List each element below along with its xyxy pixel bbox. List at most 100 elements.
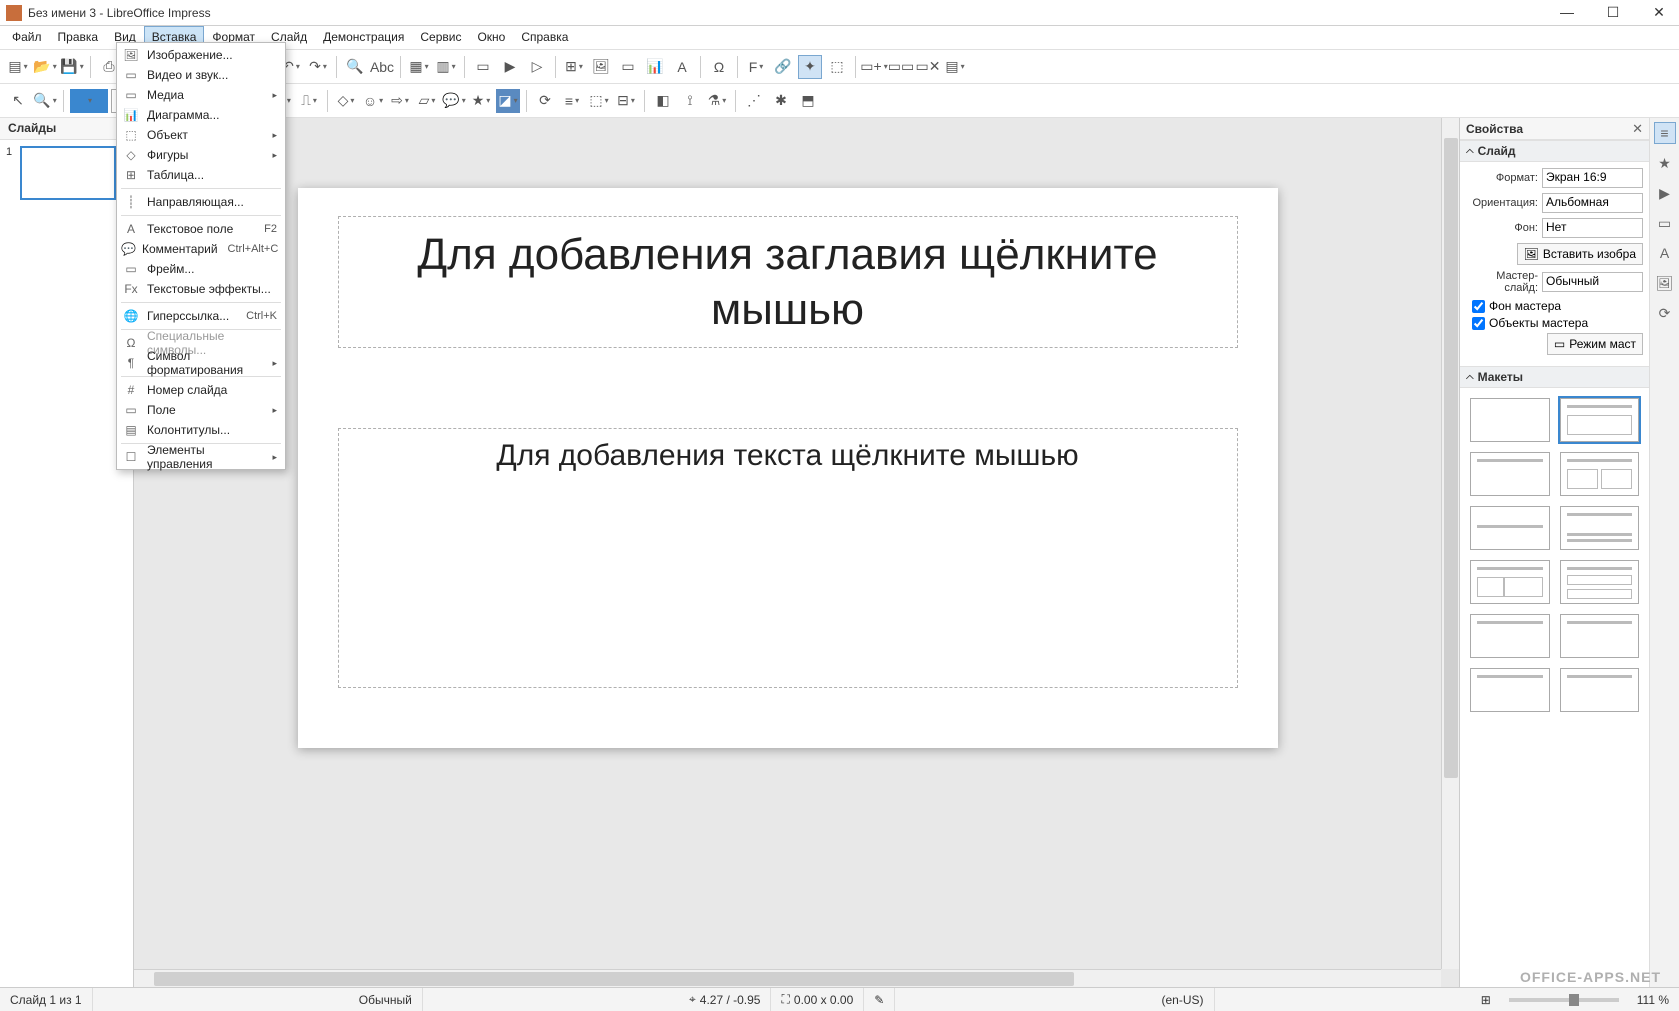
insert-menu-item-18[interactable]: ¶Символ форматирования▸ — [117, 353, 285, 373]
snap-button[interactable]: ✦ — [798, 55, 822, 79]
sidebar-tab-properties[interactable]: ≡ — [1654, 122, 1676, 144]
layout-four-content[interactable] — [1470, 668, 1550, 712]
status-zoom[interactable]: 111 % — [1627, 988, 1679, 1011]
layout-blank[interactable] — [1470, 398, 1550, 442]
block-arrows-button[interactable]: ⇨ — [388, 89, 412, 113]
vertical-scrollbar[interactable] — [1441, 118, 1459, 969]
arrange-button[interactable]: ⬚ — [587, 89, 611, 113]
menu-help[interactable]: Справка — [513, 26, 576, 49]
close-button[interactable]: ✕ — [1645, 4, 1673, 21]
sidebar-tab-navigator[interactable]: ⟳ — [1654, 302, 1676, 324]
insert-menu-item-10[interactable]: AТекстовое полеF2 — [117, 219, 285, 239]
basic-shapes-button[interactable]: ◇ — [334, 89, 358, 113]
format-select[interactable]: Экран 16:9 — [1542, 168, 1643, 188]
layout-title-content[interactable] — [1560, 398, 1640, 442]
insert-specialchar-button[interactable]: Ω — [707, 55, 731, 79]
sidebar-tab-gallery[interactable]: 🖼 — [1654, 272, 1676, 294]
callouts-button[interactable]: 💬 — [442, 89, 466, 113]
insert-menu-item-1[interactable]: ▭Видео и звук... — [117, 65, 285, 85]
status-sig[interactable]: ✎ — [864, 988, 895, 1011]
insert-menu-item-12[interactable]: ▭Фрейм... — [117, 259, 285, 279]
insert-menu-item-5[interactable]: ◇Фигуры▸ — [117, 145, 285, 165]
connectors-button[interactable]: ⎍ — [297, 89, 321, 113]
align-button[interactable]: ≡ — [560, 89, 584, 113]
maximize-button[interactable]: ☐ — [1599, 4, 1627, 21]
properties-close-button[interactable]: ✕ — [1632, 121, 1643, 137]
master-obj-checkbox[interactable] — [1472, 317, 1485, 330]
insert-menu-item-2[interactable]: ▭Медиа▸ — [117, 85, 285, 105]
layout-title-2x1[interactable] — [1470, 614, 1550, 658]
insert-menu-item-8[interactable]: ┊Направляющая... — [117, 192, 285, 212]
start-first-button[interactable]: ▶ — [498, 55, 522, 79]
horizontal-scrollbar[interactable] — [134, 969, 1441, 987]
crop-button[interactable]: ⟟ — [678, 89, 702, 113]
fontwork-button[interactable]: F — [744, 55, 768, 79]
background-select[interactable]: Нет — [1542, 218, 1643, 238]
menu-edit[interactable]: Правка — [50, 26, 107, 49]
layout-six-content[interactable] — [1560, 668, 1640, 712]
duplicate-slide-button[interactable]: ▭▭ — [889, 55, 913, 79]
slide-layout-button[interactable]: ▤ — [943, 55, 967, 79]
status-fit[interactable]: ⊞ — [1471, 988, 1501, 1011]
points-button[interactable]: ⋰ — [742, 89, 766, 113]
menu-slideshow[interactable]: Демонстрация — [315, 26, 412, 49]
rotate-button[interactable]: ⟳ — [533, 89, 557, 113]
stars-button[interactable]: ★ — [469, 89, 493, 113]
insert-table-button[interactable]: ⊞ — [562, 55, 586, 79]
master-slide-select[interactable]: Обычный — [1542, 272, 1643, 292]
insert-menu-item-22[interactable]: ▤Колонтитулы... — [117, 420, 285, 440]
glue-button[interactable]: ✱ — [769, 89, 793, 113]
title-placeholder[interactable]: Для добавления заглавия щёлкните мышью — [338, 216, 1238, 348]
scroll-thumb[interactable] — [154, 972, 1074, 986]
orientation-select[interactable]: Альбомная — [1542, 193, 1643, 213]
spellcheck-button[interactable]: Abc — [370, 55, 394, 79]
zoom-slider[interactable] — [1509, 998, 1619, 1002]
menu-file[interactable]: Файл — [4, 26, 50, 49]
line-color-button[interactable] — [70, 89, 108, 113]
insert-av-button[interactable]: ▭ — [616, 55, 640, 79]
new-slide-button[interactable]: ▭+ — [862, 55, 886, 79]
find-button[interactable]: 🔍 — [343, 55, 367, 79]
insert-menu-item-13[interactable]: FxТекстовые эффекты... — [117, 279, 285, 299]
master-bg-checkbox[interactable] — [1472, 300, 1485, 313]
sidebar-tab-animation[interactable]: ▶ — [1654, 182, 1676, 204]
flowchart-button[interactable]: ▱ — [415, 89, 439, 113]
minimize-button[interactable]: — — [1553, 4, 1581, 21]
display-views-button[interactable]: ▥ — [434, 55, 458, 79]
redo-button[interactable]: ↷ — [306, 55, 330, 79]
slide-section-header[interactable]: Слайд — [1460, 140, 1649, 162]
new-button[interactable]: ▤ — [6, 55, 30, 79]
master-mode-button[interactable]: ▭ Режим маст — [1547, 333, 1643, 355]
symbol-shapes-button[interactable]: ☺ — [361, 89, 385, 113]
slide-edit[interactable]: Для добавления заглавия щёлкните мышью Д… — [298, 188, 1278, 748]
shadow-button[interactable]: ◧ — [651, 89, 675, 113]
layout-title-only[interactable] — [1470, 452, 1550, 496]
distribute-button[interactable]: ⊟ — [614, 89, 638, 113]
layouts-section-header[interactable]: Макеты — [1460, 366, 1649, 388]
display-grid-button[interactable]: ▦ — [407, 55, 431, 79]
sidebar-tab-master[interactable]: ▭ — [1654, 212, 1676, 234]
menu-tools[interactable]: Сервис — [412, 26, 469, 49]
insert-menu-item-20[interactable]: #Номер слайда — [117, 380, 285, 400]
layout-title-content-left[interactable] — [1470, 560, 1550, 604]
slide-thumb-1[interactable]: 1 — [6, 146, 127, 200]
status-lang[interactable]: (en-US) — [1152, 988, 1215, 1011]
layout-title-two-lines[interactable] — [1560, 506, 1640, 550]
insert-menu-item-0[interactable]: 🖼Изображение... — [117, 45, 285, 65]
save-button[interactable]: 💾 — [60, 55, 84, 79]
zoom-knob[interactable] — [1569, 994, 1579, 1006]
insert-menu-item-4[interactable]: ⬚Объект▸ — [117, 125, 285, 145]
body-placeholder[interactable]: Для добавления текста щёлкните мышью — [338, 428, 1238, 688]
extrusion-button[interactable]: ⬒ — [796, 89, 820, 113]
layout-centered[interactable] — [1470, 506, 1550, 550]
insert-image-button[interactable]: 🖼 Вставить изобра — [1517, 243, 1643, 265]
insert-chart-button[interactable]: 📊 — [643, 55, 667, 79]
scroll-thumb[interactable] — [1444, 138, 1458, 778]
delete-slide-button[interactable]: ▭✕ — [916, 55, 940, 79]
insert-textbox-button[interactable]: A — [670, 55, 694, 79]
insert-menu-item-24[interactable]: ☐Элементы управления▸ — [117, 447, 285, 467]
insert-menu-item-21[interactable]: ▭Поле▸ — [117, 400, 285, 420]
select-tool[interactable]: ↖ — [6, 89, 30, 113]
layout-two-content[interactable] — [1560, 452, 1640, 496]
hyperlink-button[interactable]: 🔗 — [771, 55, 795, 79]
